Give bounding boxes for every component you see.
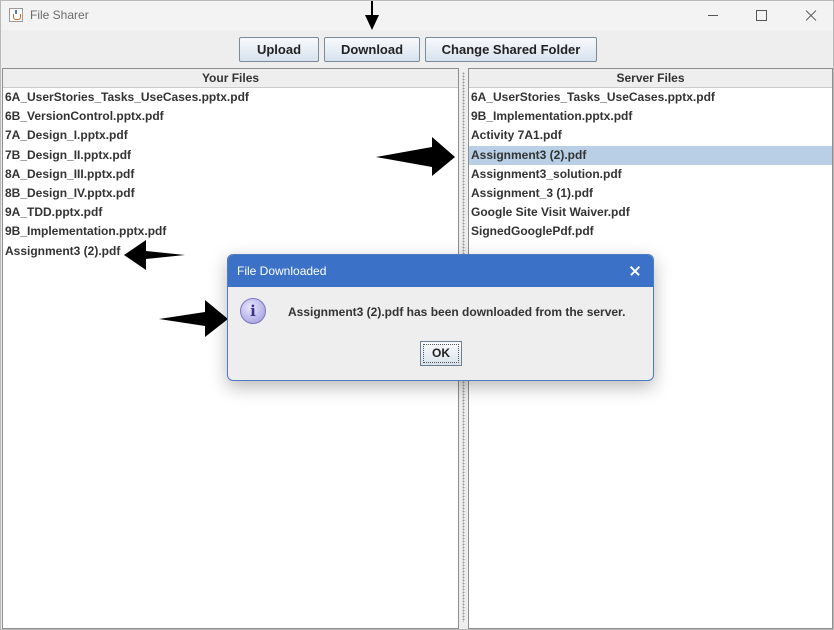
minimize-button[interactable] [689,1,735,30]
your-files-header: Your Files [3,69,458,88]
list-item[interactable]: 9A_TDD.pptx.pdf [3,203,458,222]
maximize-button[interactable] [738,1,784,30]
list-item[interactable]: Assignment3_solution.pdf [469,165,832,184]
dialog-title-bar: File Downloaded [228,255,653,287]
list-item[interactable]: 6A_UserStories_Tasks_UseCases.pptx.pdf [3,88,458,107]
title-bar: File Sharer [1,1,833,30]
server-files-header: Server Files [469,69,832,88]
minimize-icon [708,15,718,16]
arrow-left-annotation [124,238,186,272]
list-item[interactable]: 6A_UserStories_Tasks_UseCases.pptx.pdf [469,88,832,107]
java-app-icon [9,8,23,22]
dialog-close-button[interactable] [617,255,653,287]
ok-button[interactable]: OK [420,341,462,366]
toolbar: Upload Download Change Shared Folder [1,30,833,68]
list-item[interactable]: 9B_Implementation.pptx.pdf [469,107,832,126]
change-shared-folder-button[interactable]: Change Shared Folder [425,37,597,62]
list-item[interactable]: Activity 7A1.pdf [469,126,832,145]
upload-button[interactable]: Upload [239,37,319,62]
list-item[interactable]: 6B_VersionControl.pptx.pdf [3,107,458,126]
list-item[interactable]: SignedGooglePdf.pdf [469,222,832,241]
server-files-list[interactable]: 6A_UserStories_Tasks_UseCases.pptx.pdf 9B… [469,88,832,242]
list-item[interactable]: 8B_Design_IV.pptx.pdf [3,184,458,203]
arrow-left-annotation [376,137,456,177]
list-item[interactable]: 9B_Implementation.pptx.pdf [3,222,458,241]
download-button[interactable]: Download [324,37,420,62]
maximize-icon [756,10,767,21]
dialog-title: File Downloaded [237,264,327,278]
arrow-down-annotation [363,1,381,31]
info-icon: i [240,298,266,324]
dialog-message: Assignment3 (2).pdf has been downloaded … [288,305,626,319]
arrow-right-annotation [159,300,229,338]
window-title: File Sharer [30,8,89,22]
list-item[interactable]: Google Site Visit Waiver.pdf [469,203,832,222]
list-item[interactable]: Assignment3 (2).pdf [469,145,832,165]
list-item[interactable]: Assignment_3 (1).pdf [469,184,832,203]
close-button[interactable] [787,1,833,30]
file-downloaded-dialog: File Downloaded i Assignment3 (2).pdf ha… [227,254,654,381]
